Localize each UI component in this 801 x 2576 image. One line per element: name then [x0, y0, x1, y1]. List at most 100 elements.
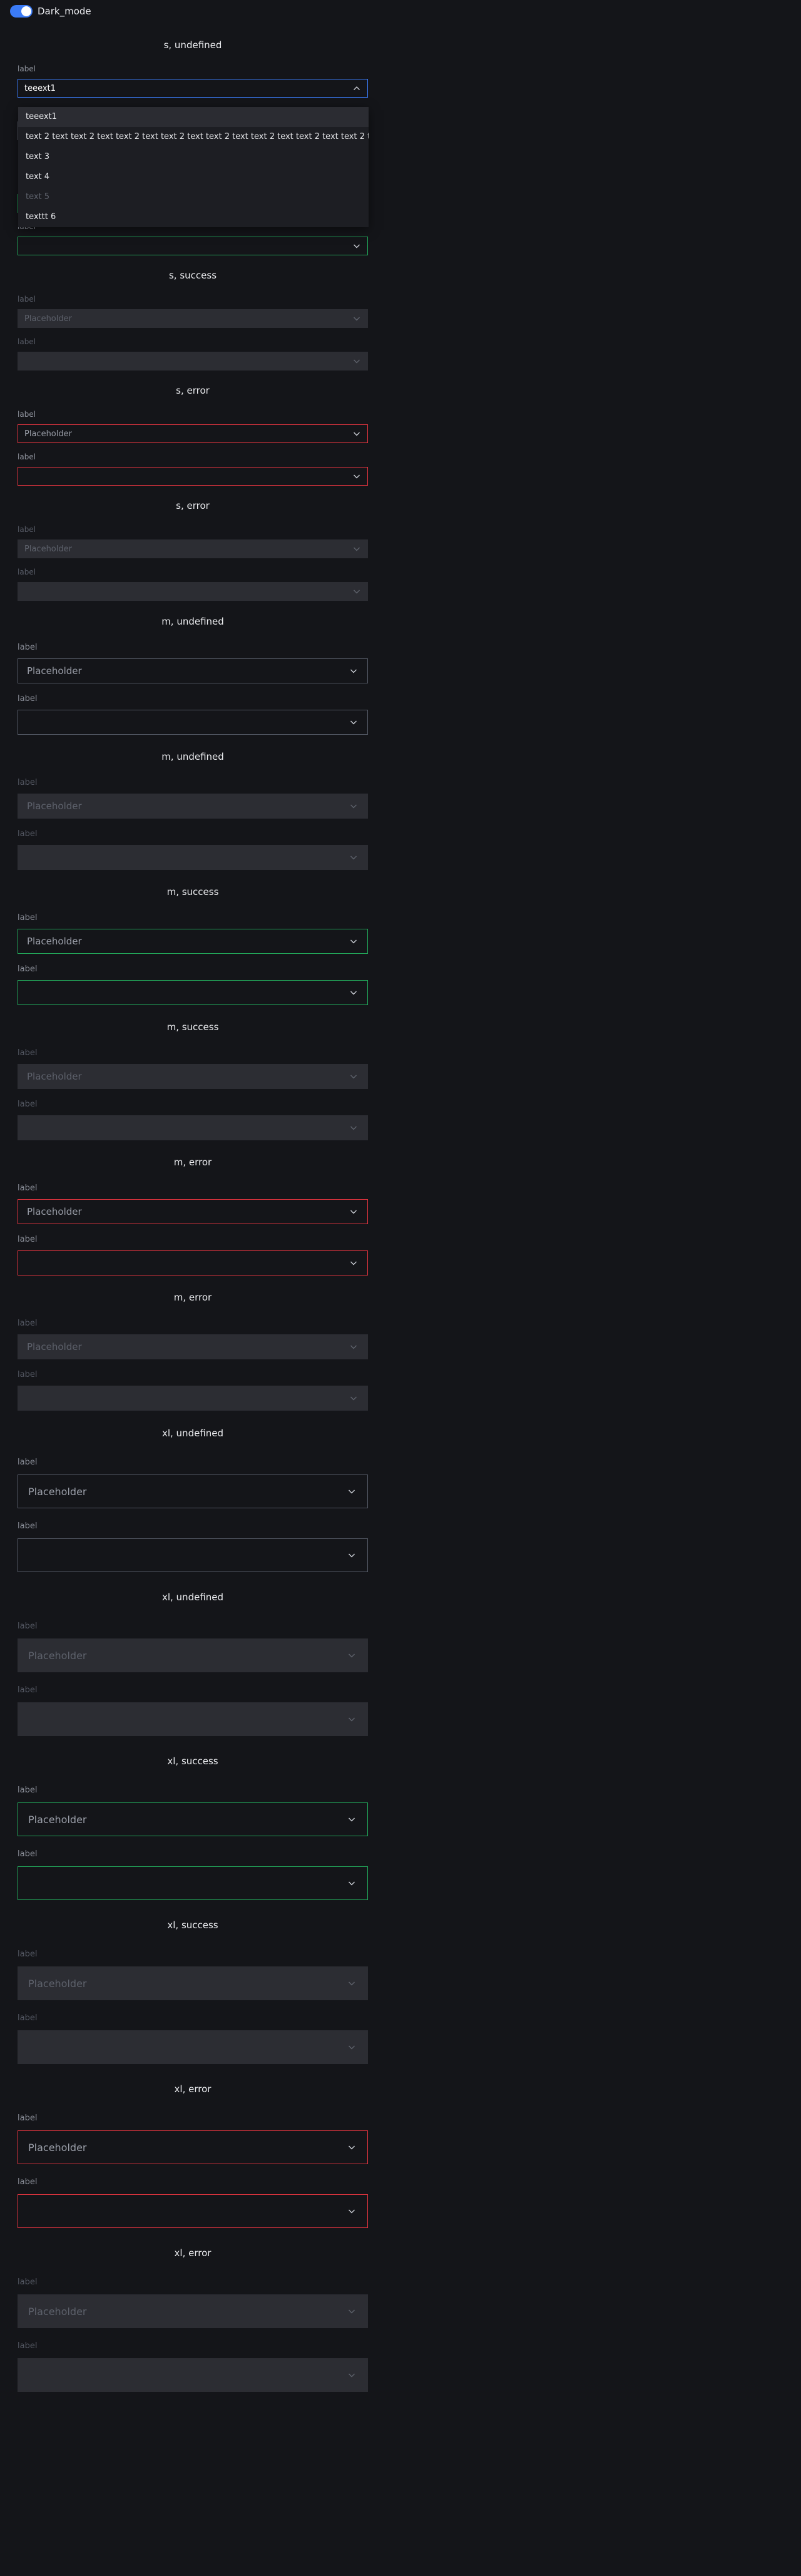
chevron-down-icon: [340, 1065, 367, 1088]
select-input[interactable]: Placeholder: [18, 929, 368, 954]
dark-mode-label: Dark_mode: [38, 6, 91, 17]
dropdown-option[interactable]: text 3: [18, 147, 369, 167]
section-title: m, undefined: [161, 751, 224, 762]
select-input[interactable]: [18, 1866, 368, 1900]
select-field-group: label: [18, 1369, 368, 1411]
select-field-group: label: [18, 2341, 368, 2392]
chevron-down-icon[interactable]: [340, 929, 367, 953]
select-input: [18, 2358, 368, 2392]
select-value: Placeholder: [24, 544, 72, 554]
field-label: label: [18, 829, 38, 839]
field-label: label: [18, 643, 38, 652]
select-field-group: label: [18, 1685, 368, 1736]
select-input[interactable]: [18, 2194, 368, 2228]
select-section: s, error label Placeholder label: [18, 498, 368, 601]
select-value: Placeholder: [24, 314, 72, 324]
select-value: Placeholder: [27, 800, 82, 812]
chevron-down-icon[interactable]: [340, 1251, 367, 1275]
select-input[interactable]: [18, 237, 368, 255]
dropdown-option[interactable]: texttt 6: [18, 207, 369, 227]
select-input[interactable]: Placeholder: [18, 1199, 368, 1224]
dropdown-option[interactable]: text 2 text text 2 text text 2 text text…: [18, 127, 369, 147]
chevron-down-icon: [336, 1639, 367, 1672]
dropdown-option[interactable]: text 4: [18, 167, 369, 187]
field-label: label: [18, 1235, 38, 1244]
chevron-down-icon[interactable]: [336, 1475, 367, 1508]
select-field-group: label: [18, 1099, 368, 1140]
select-input: Placeholder: [18, 1966, 368, 2000]
select-field-group: label Placeholder: [18, 1785, 368, 1836]
select-field-group: label: [18, 337, 368, 371]
chevron-down-icon: [336, 2295, 367, 2328]
chevron-down-icon[interactable]: [346, 237, 367, 255]
select-field-group: label: [18, 1234, 368, 1275]
section-title: xl, undefined: [161, 1428, 224, 1439]
select-field-group: label Placeholder: [18, 2113, 368, 2164]
select-input[interactable]: [18, 710, 368, 735]
chevron-down-icon[interactable]: [336, 1867, 367, 1899]
dark-mode-switch[interactable]: [10, 5, 33, 18]
dark-mode-toggle[interactable]: Dark_mode: [10, 5, 91, 18]
select-section: m, success label Placeholder label: [18, 1019, 368, 1140]
chevron-down-icon[interactable]: [336, 1803, 367, 1836]
section-title: s, error: [176, 385, 210, 396]
select-field-group: label: [18, 693, 368, 735]
select-value: Placeholder: [27, 665, 82, 677]
select-section: m, undefined label Placeholder label: [18, 749, 368, 870]
select-input-open[interactable]: teeext1 teeext1 text 2 text text 2 text te…: [18, 79, 369, 227]
select-field-group: label: [18, 1521, 368, 1572]
select-field-group: label: [18, 829, 368, 870]
field-label: label: [18, 525, 36, 534]
chevron-down-icon[interactable]: [340, 710, 367, 734]
select-input[interactable]: Placeholder: [18, 1475, 368, 1508]
chevron-down-icon[interactable]: [346, 425, 367, 442]
chevron-down-icon: [340, 794, 367, 818]
select-section: xl, success label Placeholder label: [18, 1752, 368, 1900]
section-title: xl, error: [174, 2247, 212, 2259]
chevron-down-icon: [340, 1335, 367, 1359]
chevron-up-icon[interactable]: [346, 79, 367, 97]
chevron-down-icon[interactable]: [340, 659, 367, 683]
chevron-down-icon[interactable]: [336, 1539, 367, 1572]
chevron-down-icon[interactable]: [336, 2195, 367, 2227]
select-section: s, undefined label teeext1 teeext1 text 2 te…: [18, 38, 369, 227]
field-label: label: [18, 1458, 38, 1467]
select-value: Placeholder: [27, 1341, 82, 1352]
select-input[interactable]: Placeholder: [18, 424, 368, 443]
select-input[interactable]: [18, 980, 368, 1005]
chevron-down-icon[interactable]: [340, 981, 367, 1004]
chevron-down-icon[interactable]: [346, 468, 367, 485]
chevron-down-icon[interactable]: [336, 2131, 367, 2164]
field-label: label: [18, 2177, 38, 2187]
select-input[interactable]: Placeholder: [18, 658, 368, 683]
select-input[interactable]: Placeholder: [18, 2130, 368, 2164]
select-section: xl, undefined label Placeholder label: [18, 1588, 368, 1736]
section-title: s, success: [168, 270, 217, 281]
select-input: Placeholder: [18, 539, 368, 558]
field-label: label: [18, 2013, 38, 2023]
select-field-group: label teeext1 teeext1 text 2 text text 2 te…: [18, 64, 369, 227]
select-input[interactable]: [18, 467, 368, 486]
select-input[interactable]: [18, 1538, 368, 1572]
field-label: label: [18, 1950, 38, 1959]
select-field-group: label Placeholder: [18, 1949, 368, 2000]
dropdown-option[interactable]: teeext1: [18, 107, 369, 127]
select-value: Placeholder: [28, 2305, 87, 2318]
field-label: label: [18, 2341, 38, 2351]
select-value: Placeholder: [28, 2141, 87, 2154]
select-section: s, success label Placeholder label: [18, 268, 368, 371]
select-input: Placeholder: [18, 309, 368, 328]
select-input[interactable]: [18, 1250, 368, 1275]
select-value: Placeholder: [28, 1485, 87, 1498]
field-label: label: [18, 1048, 38, 1058]
field-label: label: [18, 1786, 38, 1795]
select-field-group: label: [18, 2177, 368, 2228]
select-input: [18, 352, 368, 371]
select-field-group: label Placeholder: [18, 524, 368, 558]
select-field-group: label Placeholder: [18, 2277, 368, 2328]
chevron-down-icon: [346, 583, 367, 600]
select-input[interactable]: Placeholder: [18, 1802, 368, 1836]
select-showcase: s, undefined label teeext1 teeext1 text 2 te…: [18, 38, 369, 2408]
chevron-down-icon[interactable]: [340, 1200, 367, 1224]
chevron-down-icon: [336, 2359, 367, 2391]
